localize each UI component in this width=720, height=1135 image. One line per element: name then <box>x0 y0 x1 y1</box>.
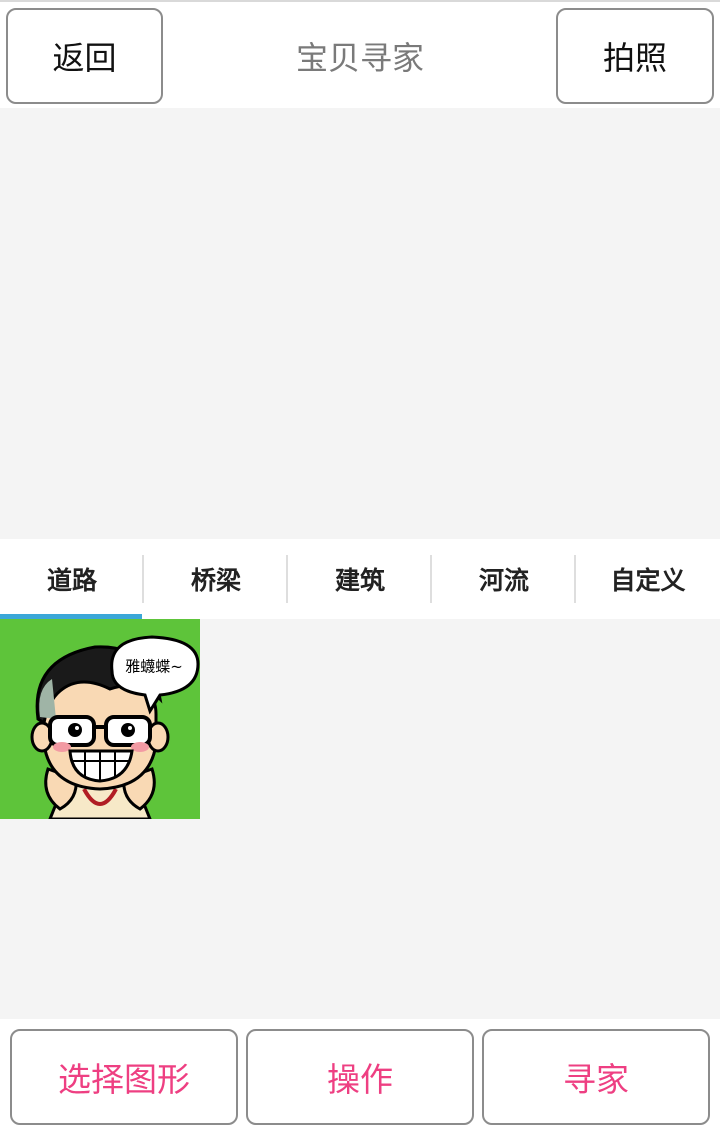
tab-label: 建筑 <box>334 566 385 595</box>
take-photo-button[interactable]: 拍照 <box>556 8 714 104</box>
back-button[interactable]: 返回 <box>6 8 163 104</box>
tab-road[interactable]: 道路 <box>0 539 144 619</box>
tab-river[interactable]: 河流 <box>432 539 576 619</box>
operate-button[interactable]: 操作 <box>246 1029 474 1125</box>
page-title: 宝贝寻家 <box>295 39 424 77</box>
top-bar: 返回 宝贝寻家 拍照 <box>0 0 720 108</box>
speech-bubble-text: 雅蠛蝶~ <box>125 658 183 676</box>
tab-label: 河流 <box>478 566 529 595</box>
select-shape-button[interactable]: 选择图形 <box>10 1029 238 1125</box>
tab-bridge[interactable]: 桥梁 <box>144 539 288 619</box>
tab-building[interactable]: 建筑 <box>288 539 432 619</box>
tab-label: 桥梁 <box>190 566 241 595</box>
shape-thumbnail-cartoon-avatar[interactable]: 雅蠛蝶~ <box>0 619 200 821</box>
bottom-bar: 选择图形 操作 寻家 <box>0 1019 720 1135</box>
tab-label: 道路 <box>46 566 97 595</box>
find-home-button[interactable]: 寻家 <box>482 1029 710 1125</box>
drawing-canvas[interactable] <box>0 108 720 539</box>
tab-label: 自定义 <box>610 566 686 595</box>
category-tabs: 道路 桥梁 建筑 河流 自定义 <box>0 539 720 619</box>
shape-grid: 雅蠛蝶~ <box>0 619 720 1019</box>
tab-custom[interactable]: 自定义 <box>576 539 720 619</box>
cartoon-avatar-image: 雅蠛蝶~ <box>0 619 200 821</box>
